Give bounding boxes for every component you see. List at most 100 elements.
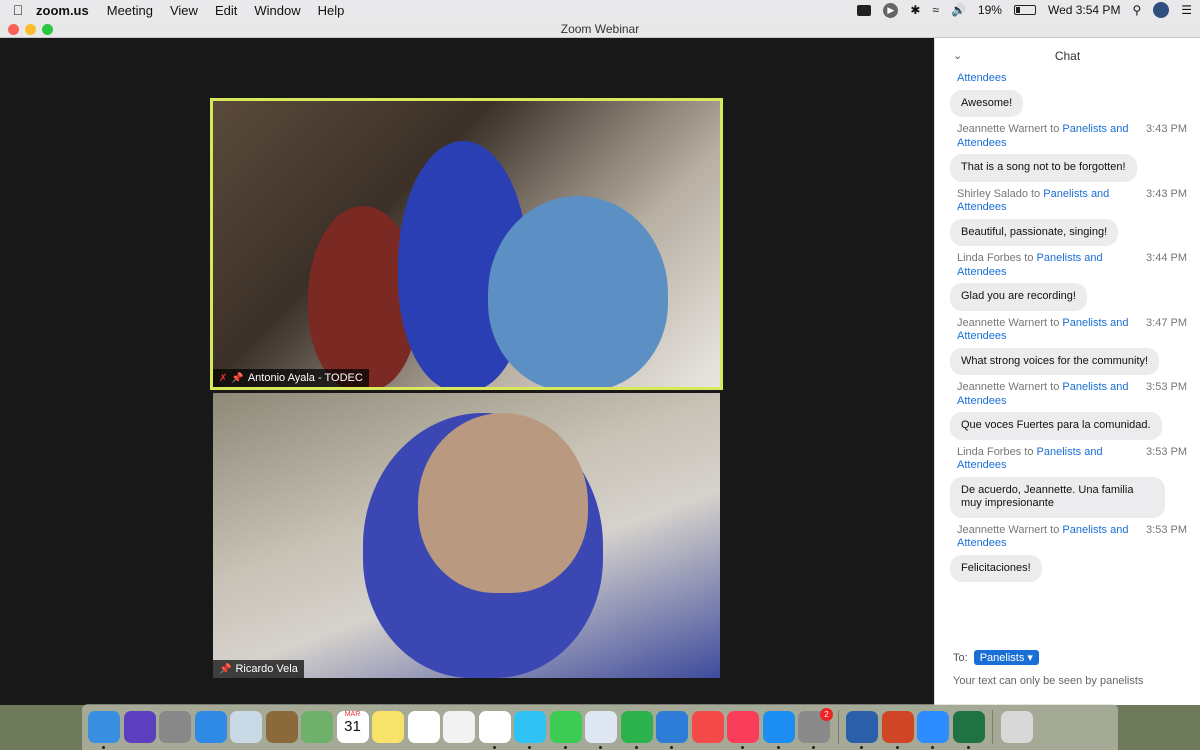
chat-to-word: to [1031,187,1041,200]
chat-sender: Jeannette Warnert [957,316,1048,329]
chat-title: Chat [1054,49,1081,63]
facetime-icon[interactable] [549,711,582,749]
chat-recipient-label: Attendees [957,72,1007,84]
chat-message-header: Attendees [935,72,1200,86]
clock[interactable]: Wed 3:54 PM [1048,3,1120,17]
menu-window[interactable]: Window [254,3,300,18]
running-indicator [563,746,567,749]
running-indicator [670,746,673,749]
photos-icon[interactable] [443,711,475,743]
zoom-status-icon[interactable] [857,4,872,16]
messages-icon[interactable] [514,711,546,749]
video-stage: ✗ 📌 Antonio Ayala - TODEC 📌 Ricardo Vela [0,38,934,705]
excel-icon[interactable] [952,711,985,749]
menu-view[interactable]: View [170,3,198,18]
volume-icon[interactable]: 🔊 [951,3,966,17]
chat-timestamp: 3:43 PM [1146,123,1187,135]
calendar-icon[interactable]: MAR 31 [336,711,369,743]
appstore-icon[interactable] [762,711,795,749]
chat-timestamp: 3:53 PM [1146,381,1187,393]
chat-bubble: That is a song not to be forgotten! [950,154,1137,182]
chat-bubble: Que voces Fuertes para la comunidad. [950,412,1162,440]
participant-name: Ricardo Vela [235,663,298,675]
news-icon[interactable] [691,711,724,743]
maps-icon[interactable] [301,711,333,743]
chat-timestamp: 3:47 PM [1146,316,1187,329]
video-tile-active-speaker[interactable]: ✗ 📌 Antonio Ayala - TODEC [210,98,723,390]
status-area: ▶ ✱ ≈ 🔊 19% Wed 3:54 PM ⚲ ☰ [857,0,1192,20]
chat-timestamp: 3:43 PM [1146,187,1187,200]
spotlight-search-icon[interactable]: ⚲ [1132,3,1141,17]
mail-stamp-icon[interactable] [230,711,262,743]
preview-icon[interactable] [585,711,617,749]
pin-icon: 📌 [219,663,232,675]
chat-bubble: De acuerdo, Jeannette. Una familia muy i… [950,476,1165,518]
chat-to-word: to [1024,445,1034,458]
menu-help[interactable]: Help [318,3,345,18]
chat-sender: Jeannette Warnert [957,381,1048,393]
word-icon[interactable] [846,711,878,749]
menu-edit[interactable]: Edit [215,3,237,18]
chat-message-header: Jeannette Warnert to Panelists and Atten… [935,317,1200,344]
chat-messages[interactable]: Attendees Awesome! Jeannette Warnert to … [935,72,1200,652]
chat-sender: Linda Forbes [957,445,1022,458]
trash-icon[interactable] [1000,711,1033,743]
chat-sender: Jeannette Warnert [957,523,1048,536]
chat-timestamp: 3:53 PM [1146,523,1187,536]
siri-icon[interactable] [123,711,156,743]
menu-bar:  zoom.us Meeting View Edit Window Help … [0,0,1200,20]
notes-icon[interactable] [372,711,404,743]
chat-header: ⌄ Chat [935,38,1200,74]
powerpoint-icon[interactable] [881,711,914,749]
media-control-icon[interactable]: ▶ [883,2,899,18]
menu-meeting[interactable]: Meeting [107,3,153,18]
to-label: To: [953,651,968,664]
chat-message-header: Jeannette Warnert to Panelists and Atten… [935,123,1200,150]
notification-center-icon[interactable]: ☰ [1181,3,1192,17]
chat-to-word: to [1050,123,1060,135]
chat-input[interactable]: Your text can only be seen by panelists [935,675,1200,687]
chat-panel: ⌄ Chat Attendees Awesome! Jeannette Warn… [934,38,1200,705]
close-window-button[interactable] [8,24,19,35]
safari-icon[interactable] [194,711,227,743]
contacts-icon[interactable] [265,711,298,743]
zoom-icon[interactable] [917,711,949,749]
chevron-down-icon[interactable]: ⌄ [953,38,962,74]
user-avatar-icon[interactable] [1153,2,1170,18]
chat-sender: Linda Forbes [957,252,1022,264]
reminders-icon[interactable] [407,711,440,743]
chat-to-word: to [1050,381,1060,393]
battery-percent: 19% [977,3,1002,17]
video-tile[interactable]: 📌 Ricardo Vela [213,393,720,678]
music-icon[interactable] [727,711,759,749]
chat-bubble: Felicitaciones! [950,554,1042,582]
numbers-icon[interactable] [620,711,653,749]
running-indicator [966,746,970,749]
bluetooth-icon[interactable]: ✱ [910,3,920,17]
running-indicator [776,746,780,749]
chat-message-header: Linda Forbes to Panelists and Attendees … [935,446,1200,473]
participant-figure [488,196,668,387]
running-indicator [634,746,638,749]
battery-icon[interactable] [1013,5,1036,15]
participant-name-tag: ✗ 📌 Antonio Ayala - TODEC [213,369,369,387]
wifi-icon[interactable]: ≈ [932,3,939,17]
calendar-day: 31 [344,718,361,735]
chrome-icon[interactable] [478,711,511,749]
finder-icon[interactable] [88,711,120,749]
recipient-dropdown[interactable]: Panelists ▾ [973,650,1039,665]
apple-icon[interactable]:  [0,2,36,18]
participant-face [418,413,588,593]
keynote-icon[interactable] [656,711,688,749]
minimize-window-button[interactable] [25,24,36,35]
launchpad-icon[interactable] [159,711,191,743]
chat-recipient-row: To: Panelists ▾ [935,650,1200,665]
menu-app-name[interactable]: zoom.us [36,3,89,18]
system-preferences-icon[interactable]: 2 [798,708,833,749]
chat-message-header: Jeannette Warnert to Panelists and Atten… [935,524,1200,551]
chat-footer: To: Panelists ▾ Your text can only be se… [935,650,1200,705]
participant-name-tag: 📌 Ricardo Vela [213,660,304,678]
chat-bubble: Beautiful, passionate, singing! [950,218,1119,246]
maximize-window-button[interactable] [42,24,53,35]
chat-to-word: to [1050,523,1060,536]
